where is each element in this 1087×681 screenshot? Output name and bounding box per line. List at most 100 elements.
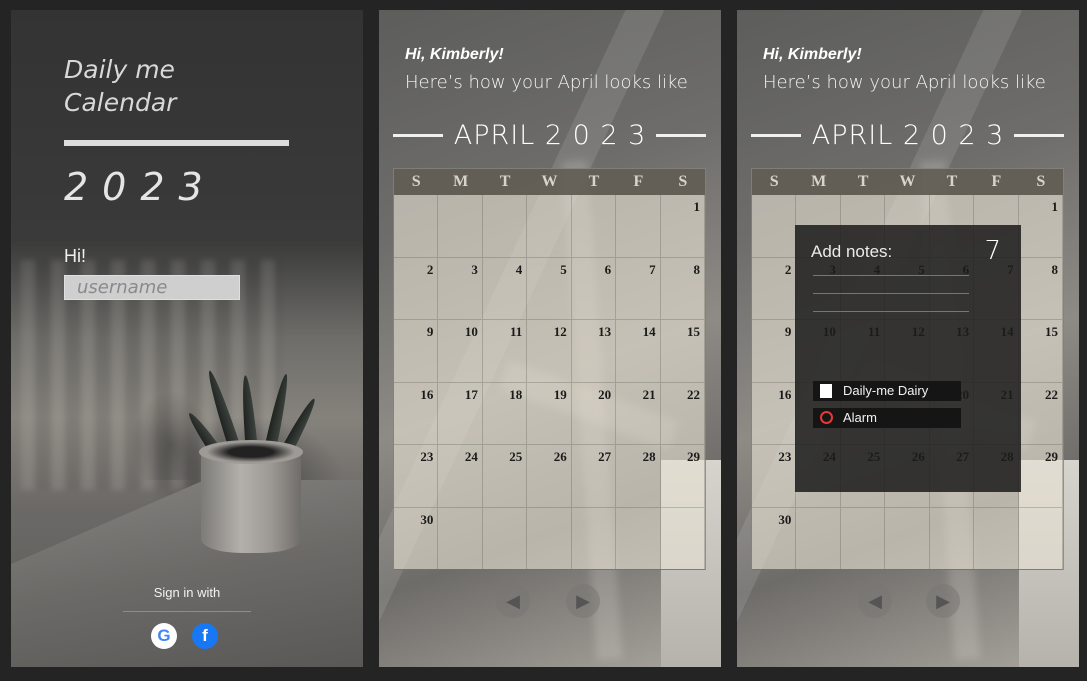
facebook-icon[interactable]: f bbox=[192, 623, 218, 649]
day-cell[interactable]: 7 bbox=[616, 257, 661, 320]
day-number: 8 bbox=[1051, 261, 1058, 277]
add-notes-label: Add notes: bbox=[811, 242, 893, 261]
day-cell bbox=[752, 195, 797, 258]
day-number: 5 bbox=[560, 261, 567, 277]
weekday-label: T bbox=[946, 173, 958, 190]
day-cell[interactable]: 15 bbox=[660, 320, 705, 383]
day-cell[interactable]: 16 bbox=[394, 382, 439, 445]
day-number: 16 bbox=[778, 386, 792, 402]
username-input[interactable]: username bbox=[64, 275, 240, 300]
day-cell[interactable]: 9 bbox=[752, 320, 797, 383]
day-cell[interactable]: 8 bbox=[1018, 257, 1063, 320]
day-number: 4 bbox=[515, 261, 523, 277]
weekday-header: SMTWTFS bbox=[394, 169, 705, 195]
day-number: 3 bbox=[471, 261, 478, 277]
day-number: 16 bbox=[420, 386, 434, 402]
day-cell[interactable]: 12 bbox=[527, 320, 572, 383]
day-cell[interactable]: 9 bbox=[394, 320, 439, 383]
alarm-icon bbox=[820, 411, 833, 424]
day-cell[interactable]: 27 bbox=[571, 445, 617, 508]
day-cell[interactable]: 6 bbox=[571, 257, 617, 320]
day-cell[interactable]: 15 bbox=[1018, 320, 1063, 383]
day-cell[interactable]: 18 bbox=[482, 382, 528, 445]
note-line[interactable] bbox=[813, 275, 969, 276]
day-cell[interactable]: 26 bbox=[527, 445, 572, 508]
day-cell bbox=[394, 195, 439, 258]
day-cell[interactable]: 2 bbox=[752, 257, 797, 320]
note-line[interactable] bbox=[813, 293, 969, 294]
subtitle: Here’s how your April looks like bbox=[763, 72, 1046, 93]
day-number: 28 bbox=[642, 449, 656, 464]
day-cell bbox=[974, 507, 1019, 570]
year-label: 2023 bbox=[64, 165, 217, 209]
day-number: 17 bbox=[464, 386, 478, 402]
day-cell[interactable]: 2 bbox=[394, 257, 439, 320]
day-cell[interactable]: 14 bbox=[616, 320, 661, 383]
day-cell[interactable]: 23 bbox=[752, 445, 797, 508]
prev-month-icon[interactable]: ◀ bbox=[858, 584, 892, 618]
day-number: 2 bbox=[784, 261, 792, 277]
day-number: 23 bbox=[778, 449, 792, 464]
day-cell[interactable]: 19 bbox=[527, 382, 572, 445]
greeting: Hi, Kimberly! bbox=[763, 46, 862, 63]
dairy-note[interactable]: Daily-me Dairy bbox=[813, 381, 961, 401]
day-number: 24 bbox=[464, 449, 478, 464]
day-cell[interactable]: 5 bbox=[527, 257, 572, 320]
day-number: 7 bbox=[649, 261, 656, 277]
day-cell bbox=[438, 507, 483, 570]
day-cell[interactable]: 4 bbox=[482, 257, 528, 320]
day-number: 23 bbox=[420, 449, 434, 464]
day-number: 9 bbox=[426, 324, 434, 339]
day-cell[interactable]: 25 bbox=[482, 445, 528, 508]
dairy-note-label: Daily-me Dairy bbox=[843, 383, 929, 398]
day-cell[interactable]: 20 bbox=[571, 382, 617, 445]
day-number: 21 bbox=[642, 386, 656, 402]
day-cell[interactable]: 10 bbox=[438, 320, 483, 383]
day-cell[interactable]: 11 bbox=[482, 320, 528, 383]
day-number: 22 bbox=[1044, 386, 1058, 402]
day-number: 6 bbox=[604, 261, 612, 277]
weekday-label: F bbox=[633, 173, 644, 190]
day-cell bbox=[482, 195, 528, 258]
sign-in-label: Sign in with bbox=[153, 585, 221, 600]
day-cell[interactable]: 8 bbox=[660, 257, 705, 320]
next-month-icon[interactable]: ▶ bbox=[566, 584, 600, 618]
day-cell[interactable]: 1 bbox=[660, 195, 705, 258]
day-number: 12 bbox=[553, 324, 567, 339]
weekday-label: T bbox=[588, 173, 600, 190]
day-cell bbox=[438, 195, 483, 258]
day-cell[interactable]: 23 bbox=[394, 445, 439, 508]
day-cell bbox=[840, 507, 886, 570]
weekday-label: M bbox=[811, 173, 827, 190]
app-title-line1: Daily me bbox=[64, 55, 175, 84]
day-number: 11 bbox=[509, 324, 523, 339]
day-cell[interactable]: 22 bbox=[1018, 382, 1063, 445]
day-cell[interactable]: 28 bbox=[616, 445, 661, 508]
calendar-days: 1234567891011121314151617181920212223242… bbox=[394, 195, 705, 570]
plant-pot-rim bbox=[199, 440, 303, 464]
day-cell[interactable]: 29 bbox=[660, 445, 705, 508]
day-number: 29 bbox=[686, 449, 700, 464]
note-line[interactable] bbox=[813, 311, 969, 312]
day-cell[interactable]: 30 bbox=[394, 507, 439, 570]
day-cell[interactable]: 1 bbox=[1018, 195, 1063, 258]
next-month-icon[interactable]: ▶ bbox=[926, 584, 960, 618]
day-cell[interactable]: 29 bbox=[1018, 445, 1063, 508]
google-icon[interactable]: G bbox=[151, 623, 177, 649]
day-cell[interactable]: 13 bbox=[571, 320, 617, 383]
day-cell[interactable]: 22 bbox=[660, 382, 705, 445]
day-number: 10 bbox=[464, 324, 478, 339]
day-cell[interactable]: 3 bbox=[438, 257, 483, 320]
prev-month-icon[interactable]: ◀ bbox=[496, 584, 530, 618]
day-cell bbox=[571, 507, 617, 570]
day-cell bbox=[929, 507, 975, 570]
day-number: 30 bbox=[778, 511, 792, 527]
day-cell[interactable]: 16 bbox=[752, 382, 797, 445]
day-cell[interactable]: 17 bbox=[438, 382, 483, 445]
day-cell[interactable]: 21 bbox=[616, 382, 661, 445]
alarm-note[interactable]: Alarm bbox=[813, 408, 961, 428]
day-cell[interactable]: 24 bbox=[438, 445, 483, 508]
day-cell bbox=[660, 507, 705, 570]
day-number: 30 bbox=[420, 511, 434, 527]
day-cell[interactable]: 30 bbox=[752, 507, 797, 570]
